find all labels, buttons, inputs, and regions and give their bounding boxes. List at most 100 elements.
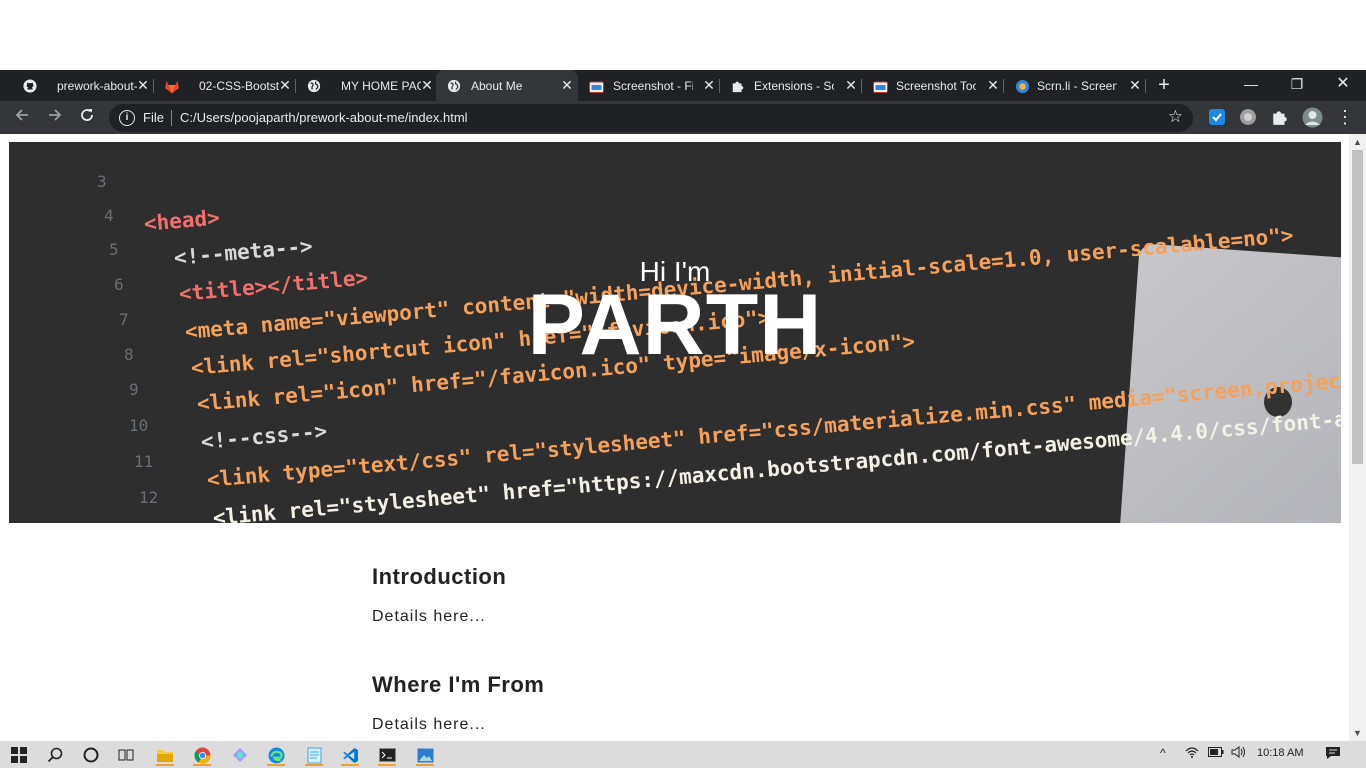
close-tab-icon[interactable]: ✕: [700, 76, 718, 94]
tab-my-home-page[interactable]: MY HOME PAGE ✕: [296, 70, 438, 101]
section-heading: Where I'm From: [372, 672, 545, 697]
section-body: Details here...: [372, 608, 486, 625]
extensions-puzzle-icon[interactable]: [1271, 108, 1289, 126]
section-where-from: Where I'm From Details here...: [372, 672, 1072, 734]
battery-icon[interactable]: [1208, 746, 1224, 760]
edge-icon[interactable]: [265, 744, 287, 766]
section-introduction: Introduction Details here...: [372, 564, 1072, 626]
close-tab-icon[interactable]: ✕: [842, 76, 860, 94]
tab-title: Extensions - Sc: [754, 78, 834, 93]
scroll-up-arrow-icon[interactable]: ▲: [1353, 137, 1362, 147]
bookmark-star-icon[interactable]: ☆: [1168, 107, 1183, 127]
scrollbar-thumb[interactable]: [1352, 150, 1363, 464]
wifi-icon[interactable]: [1185, 746, 1199, 761]
browser-toolbar: i File C:/Users/poojaparth/prework-about…: [0, 101, 1366, 134]
globe-icon: [446, 78, 462, 94]
tab-screenshot-fi[interactable]: Screenshot - Fi ✕: [578, 70, 720, 101]
tab-title: Screenshot - Fi: [613, 78, 693, 93]
file-explorer-icon[interactable]: [154, 744, 176, 766]
profile-avatar[interactable]: [1302, 107, 1323, 128]
tab-about-me[interactable]: About Me ✕: [436, 70, 578, 101]
forward-button[interactable]: [43, 106, 67, 130]
browser-menu-icon[interactable]: ⋮: [1333, 106, 1357, 130]
tab-title: prework-about-me: [57, 78, 137, 93]
active-app-indicator: [267, 764, 285, 766]
screenshot-icon: [588, 78, 604, 94]
reload-button[interactable]: [75, 106, 99, 130]
notepad-icon[interactable]: [303, 744, 325, 766]
tab-separator: [1145, 79, 1146, 93]
page-scrollbar[interactable]: ▲ ▼: [1349, 134, 1366, 741]
active-app-indicator: [193, 764, 211, 766]
windows-start-icon[interactable]: [8, 744, 30, 766]
chrome-icon[interactable]: [191, 744, 213, 766]
info-icon[interactable]: i: [119, 110, 135, 126]
tab-extensions[interactable]: Extensions - Sc ✕: [720, 70, 862, 101]
github-icon: [22, 78, 38, 94]
section-body: Details here...: [372, 716, 486, 733]
web-page: 3 4 5 6 7 8 9 10 11 12 <head> <!--meta--…: [0, 134, 1366, 741]
scrnli-icon: [1014, 78, 1030, 94]
volume-icon[interactable]: [1231, 746, 1247, 761]
close-tab-icon[interactable]: ✕: [558, 76, 576, 94]
tab-screenshot-tool[interactable]: Screenshot Too ✕: [862, 70, 1004, 101]
show-hidden-icons-chevron-icon[interactable]: ^: [1160, 746, 1166, 760]
terminal-icon[interactable]: [376, 744, 398, 766]
active-app-indicator: [416, 764, 434, 766]
active-app-indicator: [305, 764, 323, 766]
close-tab-icon[interactable]: ✕: [1126, 76, 1144, 94]
new-tab-button[interactable]: +: [1152, 73, 1176, 97]
taskbar-clock[interactable]: 10:18 AM: [1257, 747, 1303, 759]
tab-prework-about-me[interactable]: prework-about-me ✕: [12, 70, 154, 101]
tab-css-bootstrap[interactable]: 02-CSS-Bootstrap ✕: [154, 70, 296, 101]
forward-arrow-icon: [49, 109, 62, 121]
active-app-indicator: [156, 764, 174, 766]
code-line-number: 10: [129, 416, 149, 435]
close-tab-icon[interactable]: ✕: [134, 76, 152, 94]
tab-title: 02-CSS-Bootstrap: [199, 78, 279, 93]
app-icon[interactable]: [229, 744, 251, 766]
photos-icon[interactable]: [414, 744, 436, 766]
section-heading: Introduction: [372, 564, 507, 589]
blank-area: [0, 0, 1366, 70]
scroll-down-arrow-icon[interactable]: ▼: [1353, 728, 1362, 738]
hero-banner: 3 4 5 6 7 8 9 10 11 12 <head> <!--meta--…: [9, 142, 1341, 523]
close-tab-icon[interactable]: ✕: [276, 76, 294, 94]
cortana-icon[interactable]: [80, 744, 102, 766]
screenshot-icon: [872, 78, 888, 94]
code-line-number: 12: [139, 488, 159, 507]
restore-window-button[interactable]: ❐: [1274, 70, 1320, 100]
back-button[interactable]: [10, 106, 34, 130]
reload-icon: [81, 109, 93, 121]
code-line-number: 9: [129, 380, 139, 399]
notifications-icon[interactable]: [1325, 746, 1341, 763]
close-tab-icon[interactable]: ✕: [984, 76, 1002, 94]
tab-title: Scrn.li - Screen: [1037, 78, 1117, 93]
tab-scrnli[interactable]: Scrn.li - Screen ✕: [1004, 70, 1146, 101]
task-view-icon[interactable]: [115, 744, 137, 766]
url-text[interactable]: C:/Users/poojaparth/prework-about-me/ind…: [180, 110, 468, 125]
hero-title: PARTH: [527, 277, 823, 373]
close-tab-icon[interactable]: ✕: [418, 76, 436, 94]
gitlab-icon: [164, 78, 180, 94]
back-arrow-icon: [15, 109, 28, 121]
screenshot-extension-icon[interactable]: [1239, 108, 1257, 126]
active-app-indicator: [378, 764, 396, 766]
tab-title: About Me: [471, 78, 523, 93]
code-line-number: 3: [97, 172, 107, 191]
search-icon[interactable]: [44, 744, 66, 766]
code-line: <head>: [142, 205, 221, 236]
scrnli-extension-icon[interactable]: [1208, 108, 1226, 126]
code-line: <!--css-->: [199, 419, 329, 454]
active-app-indicator: [341, 764, 359, 766]
address-separator: [171, 110, 172, 126]
code-line-number: 4: [104, 206, 114, 225]
windows-taskbar: ^ 10:18 AM: [0, 741, 1366, 768]
vscode-icon[interactable]: [339, 744, 361, 766]
tab-title: MY HOME PAGE: [341, 78, 421, 93]
minimize-window-button[interactable]: —: [1228, 70, 1274, 100]
tab-title: Screenshot Too: [896, 78, 976, 93]
close-window-button[interactable]: ✕: [1320, 70, 1366, 100]
address-bar[interactable]: i File C:/Users/poojaparth/prework-about…: [109, 104, 1193, 132]
browser-tab-strip: prework-about-me ✕ 02-CSS-Bootstrap ✕ MY…: [0, 70, 1366, 101]
